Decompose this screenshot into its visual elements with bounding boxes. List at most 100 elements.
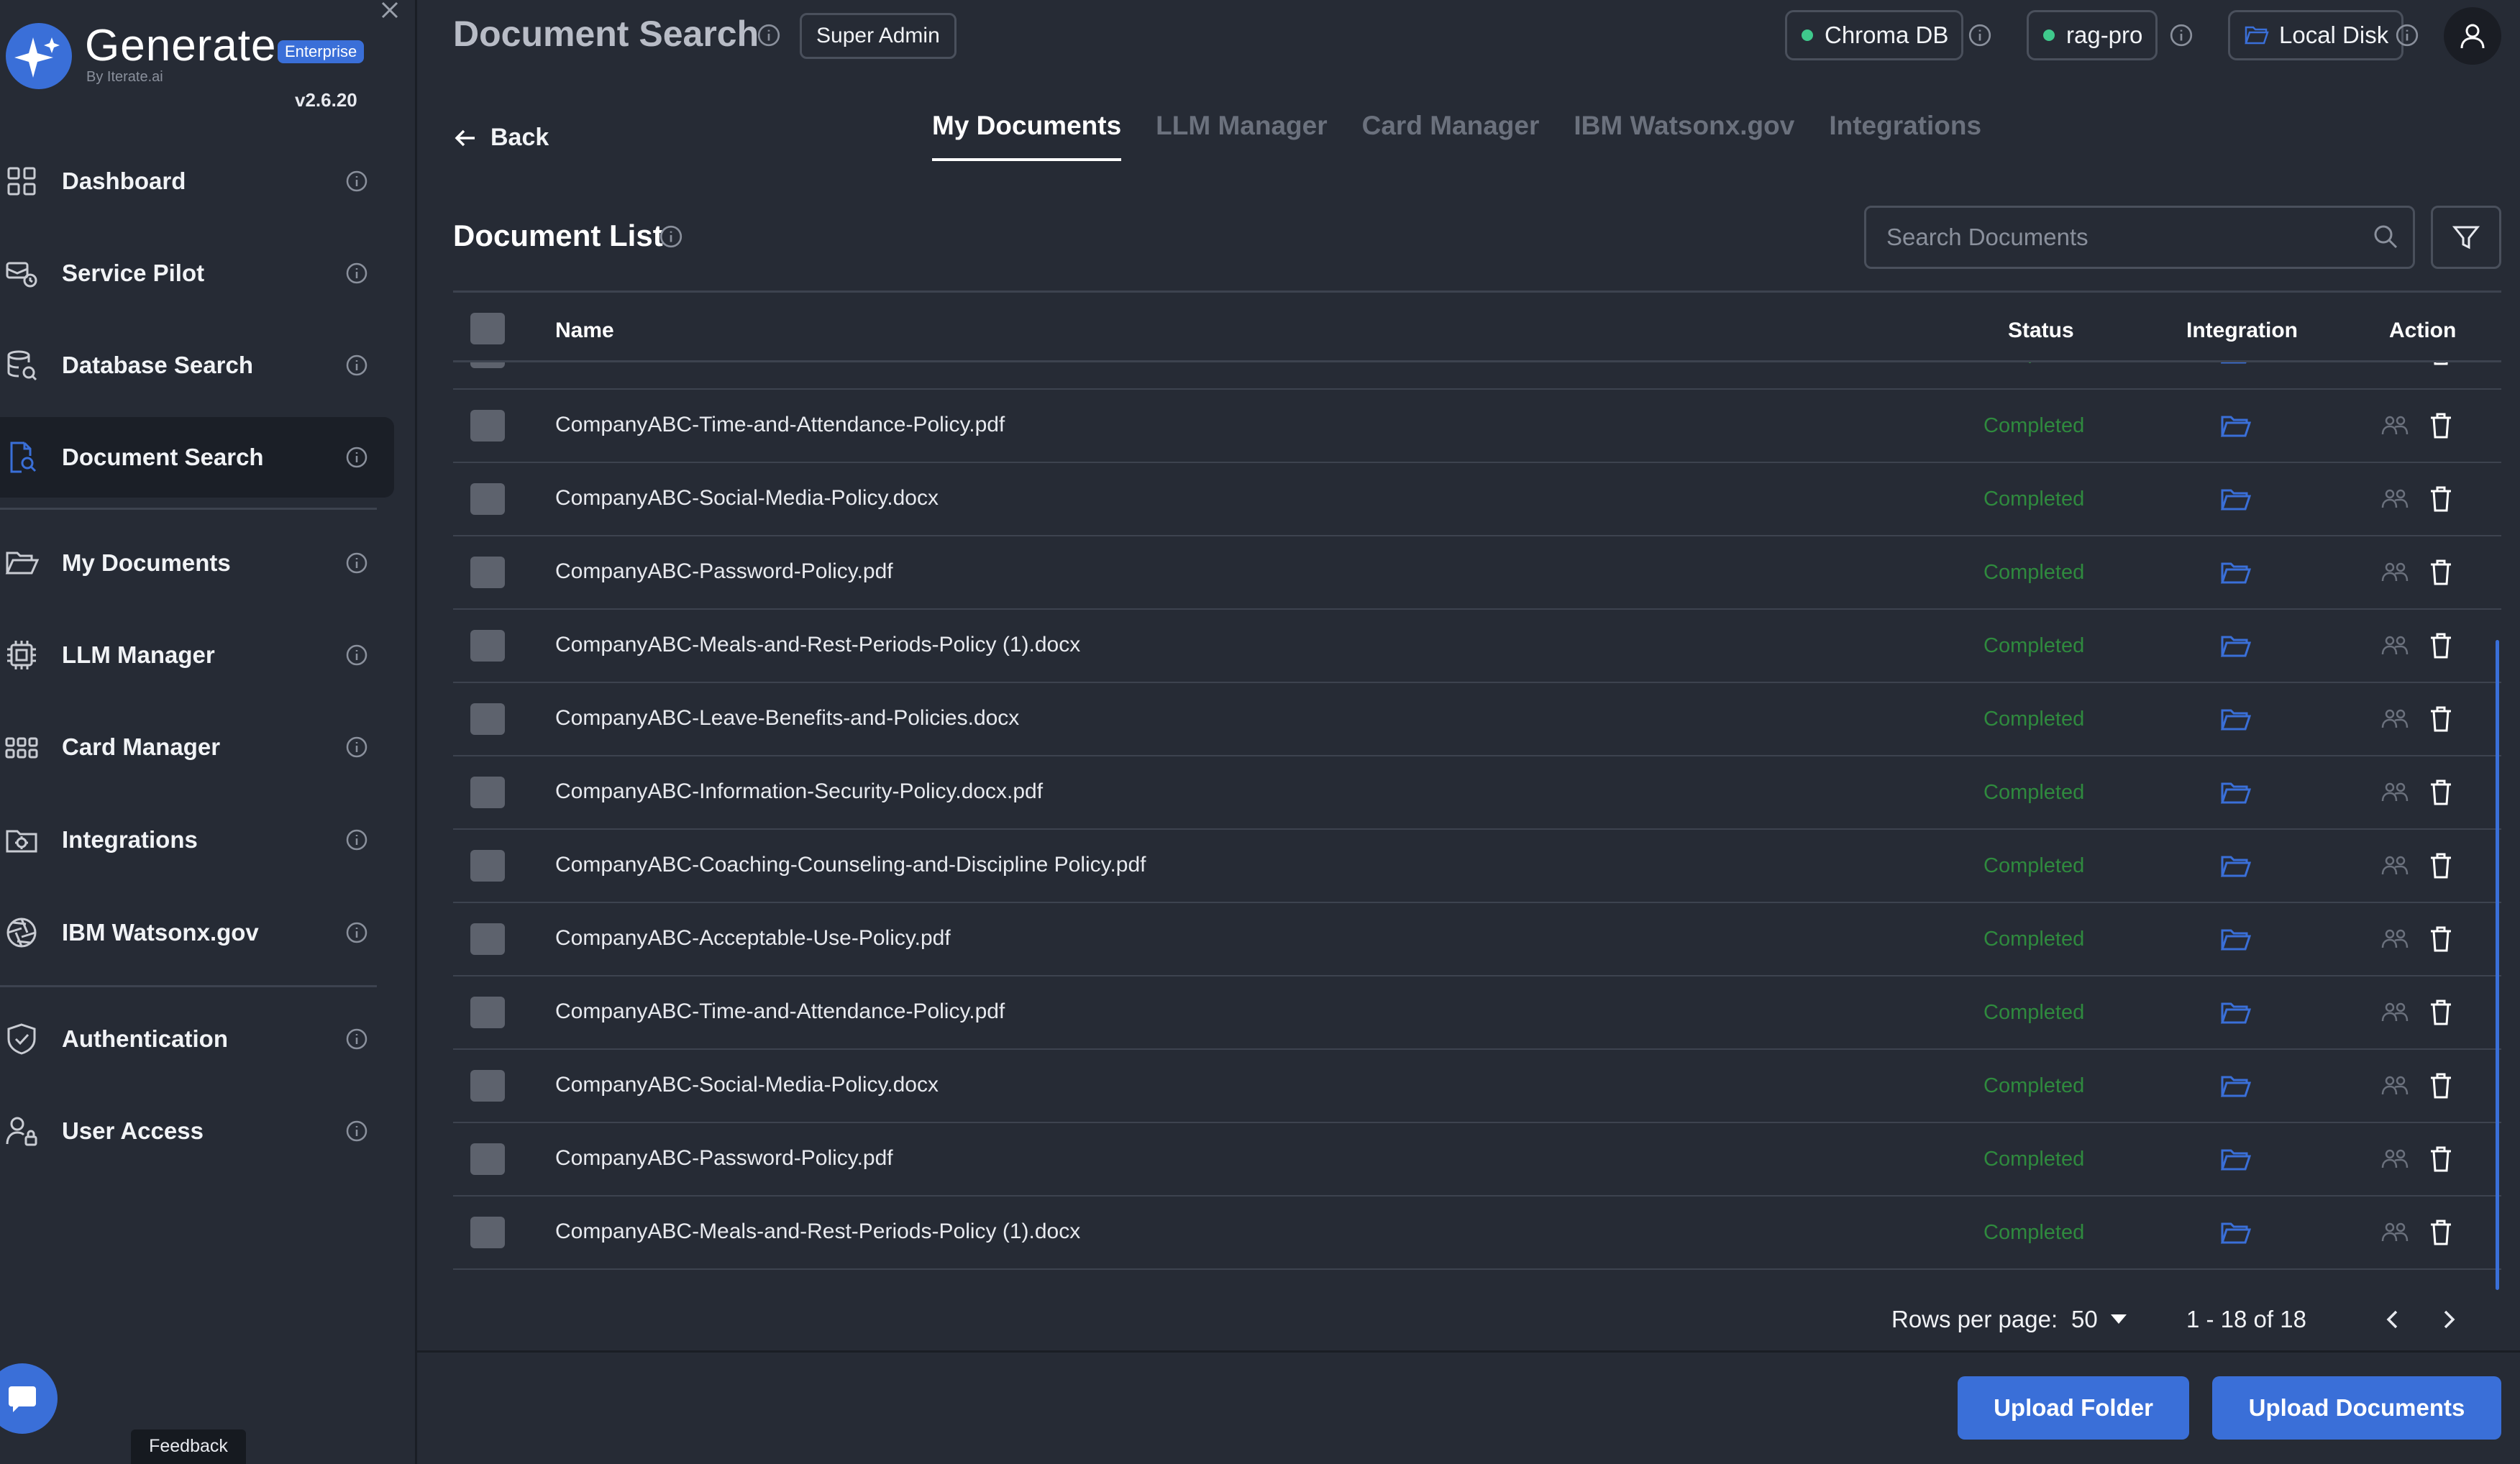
tab-card-manager[interactable]: Card Manager xyxy=(1362,111,1540,161)
filter-button[interactable] xyxy=(2431,206,2501,269)
info-icon[interactable] xyxy=(345,736,368,759)
share-users-icon[interactable] xyxy=(2380,1218,2409,1247)
sidebar-item-card-manager[interactable]: Card Manager xyxy=(0,707,394,787)
user-avatar[interactable] xyxy=(2444,7,2501,65)
folder-icon[interactable] xyxy=(2219,705,2251,733)
table-row[interactable]: CompanyABC-Time-and-Attendance-Policy.pd… xyxy=(453,390,2501,463)
share-users-icon[interactable] xyxy=(2380,851,2409,880)
share-users-icon[interactable] xyxy=(2380,705,2409,733)
share-users-icon[interactable] xyxy=(2380,631,2409,660)
folder-icon[interactable] xyxy=(2219,485,2251,513)
info-icon[interactable] xyxy=(345,354,368,377)
share-users-icon[interactable] xyxy=(2380,485,2409,513)
row-checkbox[interactable] xyxy=(470,703,505,735)
sidebar-item-user-access[interactable]: User Access xyxy=(0,1091,394,1171)
rows-per-page-select[interactable]: 50 xyxy=(2071,1306,2127,1333)
row-checkbox[interactable] xyxy=(470,997,505,1028)
row-checkbox[interactable] xyxy=(470,1143,505,1175)
table-row[interactable]: CompanyABC-Password-Policy.pdf Completed xyxy=(453,1123,2501,1197)
sidebar-item-document-search[interactable]: Document Search xyxy=(0,417,394,498)
table-row[interactable]: CompanyABC-Meals-and-Rest-Periods-Policy… xyxy=(453,1197,2501,1270)
trash-icon[interactable] xyxy=(2428,1145,2454,1174)
sidebar-item-service-pilot[interactable]: Service Pilot xyxy=(0,233,394,314)
share-users-icon[interactable] xyxy=(2380,411,2409,440)
share-users-icon[interactable] xyxy=(2380,558,2409,587)
llm-pill[interactable]: rag-pro xyxy=(2027,10,2158,60)
table-row[interactable]: CompanyABC-Information-Security-Policy.d… xyxy=(453,756,2501,830)
row-checkbox[interactable] xyxy=(470,850,505,882)
row-checkbox[interactable] xyxy=(470,483,505,515)
select-all-checkbox[interactable] xyxy=(470,313,505,344)
trash-icon[interactable] xyxy=(2428,778,2454,807)
sidebar-item-llm-manager[interactable]: LLM Manager xyxy=(0,615,394,695)
share-users-icon[interactable] xyxy=(2380,1145,2409,1174)
info-icon[interactable] xyxy=(345,1028,368,1051)
folder-icon[interactable] xyxy=(2219,925,2251,953)
row-checkbox[interactable] xyxy=(470,923,505,955)
sidebar-item-authentication[interactable]: Authentication xyxy=(0,999,394,1079)
share-users-icon[interactable] xyxy=(2380,362,2409,367)
vector-db-pill[interactable]: Chroma DB xyxy=(1785,10,1964,60)
chat-button[interactable] xyxy=(0,1363,58,1434)
back-button[interactable]: Back xyxy=(453,124,549,152)
folder-icon[interactable] xyxy=(2219,362,2251,367)
info-icon[interactable] xyxy=(345,446,368,469)
trash-icon[interactable] xyxy=(2428,558,2454,587)
info-icon[interactable] xyxy=(1968,23,1992,47)
row-checkbox[interactable] xyxy=(470,557,505,588)
tab-llm-manager[interactable]: LLM Manager xyxy=(1156,111,1327,161)
folder-icon[interactable] xyxy=(2219,558,2251,587)
table-row[interactable]: CompanyABC-Coaching-Counseling-and-Disci… xyxy=(453,830,2501,903)
sidebar-item-integrations[interactable]: Integrations xyxy=(0,800,394,880)
trash-icon[interactable] xyxy=(2428,705,2454,733)
sidebar-item-dashboard[interactable]: Dashboard xyxy=(0,141,394,221)
row-checkbox[interactable] xyxy=(470,410,505,442)
row-checkbox[interactable] xyxy=(470,1070,505,1102)
sidebar-item-database-search[interactable]: Database Search xyxy=(0,325,394,406)
info-icon[interactable] xyxy=(345,170,368,193)
folder-icon[interactable] xyxy=(2219,1218,2251,1247)
tab-ibm-watsonx-gov[interactable]: IBM Watsonx.gov xyxy=(1574,111,1794,161)
trash-icon[interactable] xyxy=(2428,631,2454,660)
chevron-right-icon[interactable] xyxy=(2435,1306,2462,1333)
column-header-status[interactable]: Status xyxy=(2008,319,2074,343)
trash-icon[interactable] xyxy=(2428,998,2454,1027)
tab-my-documents[interactable]: My Documents xyxy=(932,111,1122,161)
folder-icon[interactable] xyxy=(2219,411,2251,440)
sidebar-item-ibm-watsonx-gov[interactable]: IBM Watsonx.gov xyxy=(0,892,394,973)
feedback-button[interactable]: Feedback xyxy=(131,1429,246,1464)
folder-icon[interactable] xyxy=(2219,1145,2251,1174)
table-row[interactable]: CompanyABC-Social-Media-Policy.docx Compl… xyxy=(453,463,2501,536)
trash-icon[interactable] xyxy=(2428,925,2454,953)
chevron-left-icon[interactable] xyxy=(2379,1306,2406,1333)
info-icon[interactable] xyxy=(2169,23,2193,47)
share-users-icon[interactable] xyxy=(2380,998,2409,1027)
row-checkbox[interactable] xyxy=(470,1217,505,1248)
info-icon[interactable] xyxy=(345,262,368,285)
table-row[interactable]: CompanyABC-Leave-Benefits-and-Policies.d… xyxy=(453,683,2501,756)
table-row[interactable]: CompanyABC-Acceptable-Use-Policy.pdf Comp… xyxy=(453,903,2501,976)
table-row[interactable]: CompanyABC-Meals-and-Rest-Periods-Policy… xyxy=(453,610,2501,683)
trash-icon[interactable] xyxy=(2428,411,2454,440)
trash-icon[interactable] xyxy=(2428,1218,2454,1247)
column-header-name[interactable]: Name xyxy=(555,319,614,343)
info-icon[interactable] xyxy=(345,921,368,944)
row-checkbox[interactable] xyxy=(470,362,505,368)
share-users-icon[interactable] xyxy=(2380,1071,2409,1100)
share-users-icon[interactable] xyxy=(2380,925,2409,953)
info-icon[interactable] xyxy=(345,552,368,575)
table-scrollbar[interactable] xyxy=(2496,640,2499,1290)
sidebar-item-my-documents[interactable]: My Documents xyxy=(0,523,394,603)
folder-icon[interactable] xyxy=(2219,631,2251,660)
trash-icon[interactable] xyxy=(2428,362,2454,367)
info-icon[interactable] xyxy=(345,828,368,851)
table-row[interactable]: CompanyABC-Social-Media-Policy.docx Compl… xyxy=(453,1050,2501,1123)
trash-icon[interactable] xyxy=(2428,851,2454,880)
info-icon[interactable] xyxy=(345,644,368,667)
table-row[interactable]: Business Partnership Agreement.docx Compl… xyxy=(453,362,2501,390)
upload-folder-button[interactable]: Upload Folder xyxy=(1958,1376,2189,1440)
info-icon[interactable] xyxy=(345,1120,368,1143)
trash-icon[interactable] xyxy=(2428,485,2454,513)
search-input[interactable] xyxy=(1864,206,2415,269)
table-row[interactable]: CompanyABC-Password-Policy.pdf Completed xyxy=(453,536,2501,610)
